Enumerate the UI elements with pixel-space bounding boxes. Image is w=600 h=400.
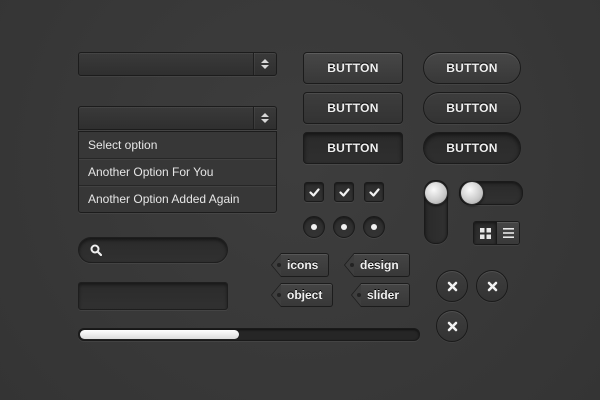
toggle-knob[interactable] <box>460 181 484 205</box>
radio-button[interactable] <box>333 216 355 238</box>
radio-dot <box>371 224 377 230</box>
select-open[interactable] <box>78 106 277 130</box>
horizontal-toggle[interactable] <box>459 181 523 205</box>
tag-label: icons <box>287 258 319 272</box>
text-field[interactable] <box>78 282 228 310</box>
rounded-button-normal[interactable]: BUTTON <box>423 52 521 84</box>
view-switch <box>473 221 520 245</box>
tag-label: design <box>360 258 399 272</box>
radio-dot <box>311 224 317 230</box>
list-view-button[interactable] <box>496 222 519 244</box>
select-arrows-icon <box>253 107 276 129</box>
close-button[interactable] <box>436 310 468 342</box>
button-pressed[interactable]: BUTTON <box>303 132 403 164</box>
select-dropdown-list: Select option Another Option For You Ano… <box>78 131 277 213</box>
grid-view-button[interactable] <box>474 222 496 244</box>
select-closed[interactable] <box>78 52 277 76</box>
tag-label: object <box>287 288 323 302</box>
radio-button[interactable] <box>303 216 325 238</box>
search-input[interactable] <box>78 237 228 263</box>
checkbox[interactable] <box>304 182 324 202</box>
select-option[interactable]: Another Option For You <box>79 158 276 185</box>
tag-object[interactable]: object <box>271 283 334 307</box>
checkmark-icon <box>368 187 380 197</box>
progress-fill <box>80 330 239 339</box>
tag-hole-icon <box>350 263 354 267</box>
select-option[interactable]: Select option <box>79 132 276 158</box>
checkbox[interactable] <box>364 182 384 202</box>
close-icon <box>447 321 457 331</box>
button-normal[interactable]: BUTTON <box>303 52 403 84</box>
list-icon <box>502 228 514 238</box>
radio-button[interactable] <box>363 216 385 238</box>
select-arrows-icon <box>253 53 276 75</box>
close-button[interactable] <box>436 270 468 302</box>
radio-dot <box>341 224 347 230</box>
tag-slider[interactable]: slider <box>351 283 411 307</box>
close-icon <box>487 281 497 291</box>
checkmark-icon <box>308 187 320 197</box>
select-option[interactable]: Another Option Added Again <box>79 185 276 212</box>
tag-design[interactable]: design <box>344 253 410 277</box>
checkmark-icon <box>338 187 350 197</box>
checkbox[interactable] <box>334 182 354 202</box>
progress-bar <box>78 328 420 341</box>
rounded-button-hover[interactable]: BUTTON <box>423 92 521 124</box>
vertical-toggle[interactable] <box>424 180 448 244</box>
rounded-button-pressed[interactable]: BUTTON <box>423 132 521 164</box>
search-icon <box>90 244 102 256</box>
tag-label: slider <box>367 288 400 302</box>
grid-icon <box>479 227 491 239</box>
tag-hole-icon <box>357 293 361 297</box>
close-button[interactable] <box>476 270 508 302</box>
button-hover[interactable]: BUTTON <box>303 92 403 124</box>
tag-hole-icon <box>277 293 281 297</box>
close-icon <box>447 281 457 291</box>
tag-icons[interactable]: icons <box>271 253 330 277</box>
tag-hole-icon <box>277 263 281 267</box>
toggle-knob[interactable] <box>424 181 448 205</box>
